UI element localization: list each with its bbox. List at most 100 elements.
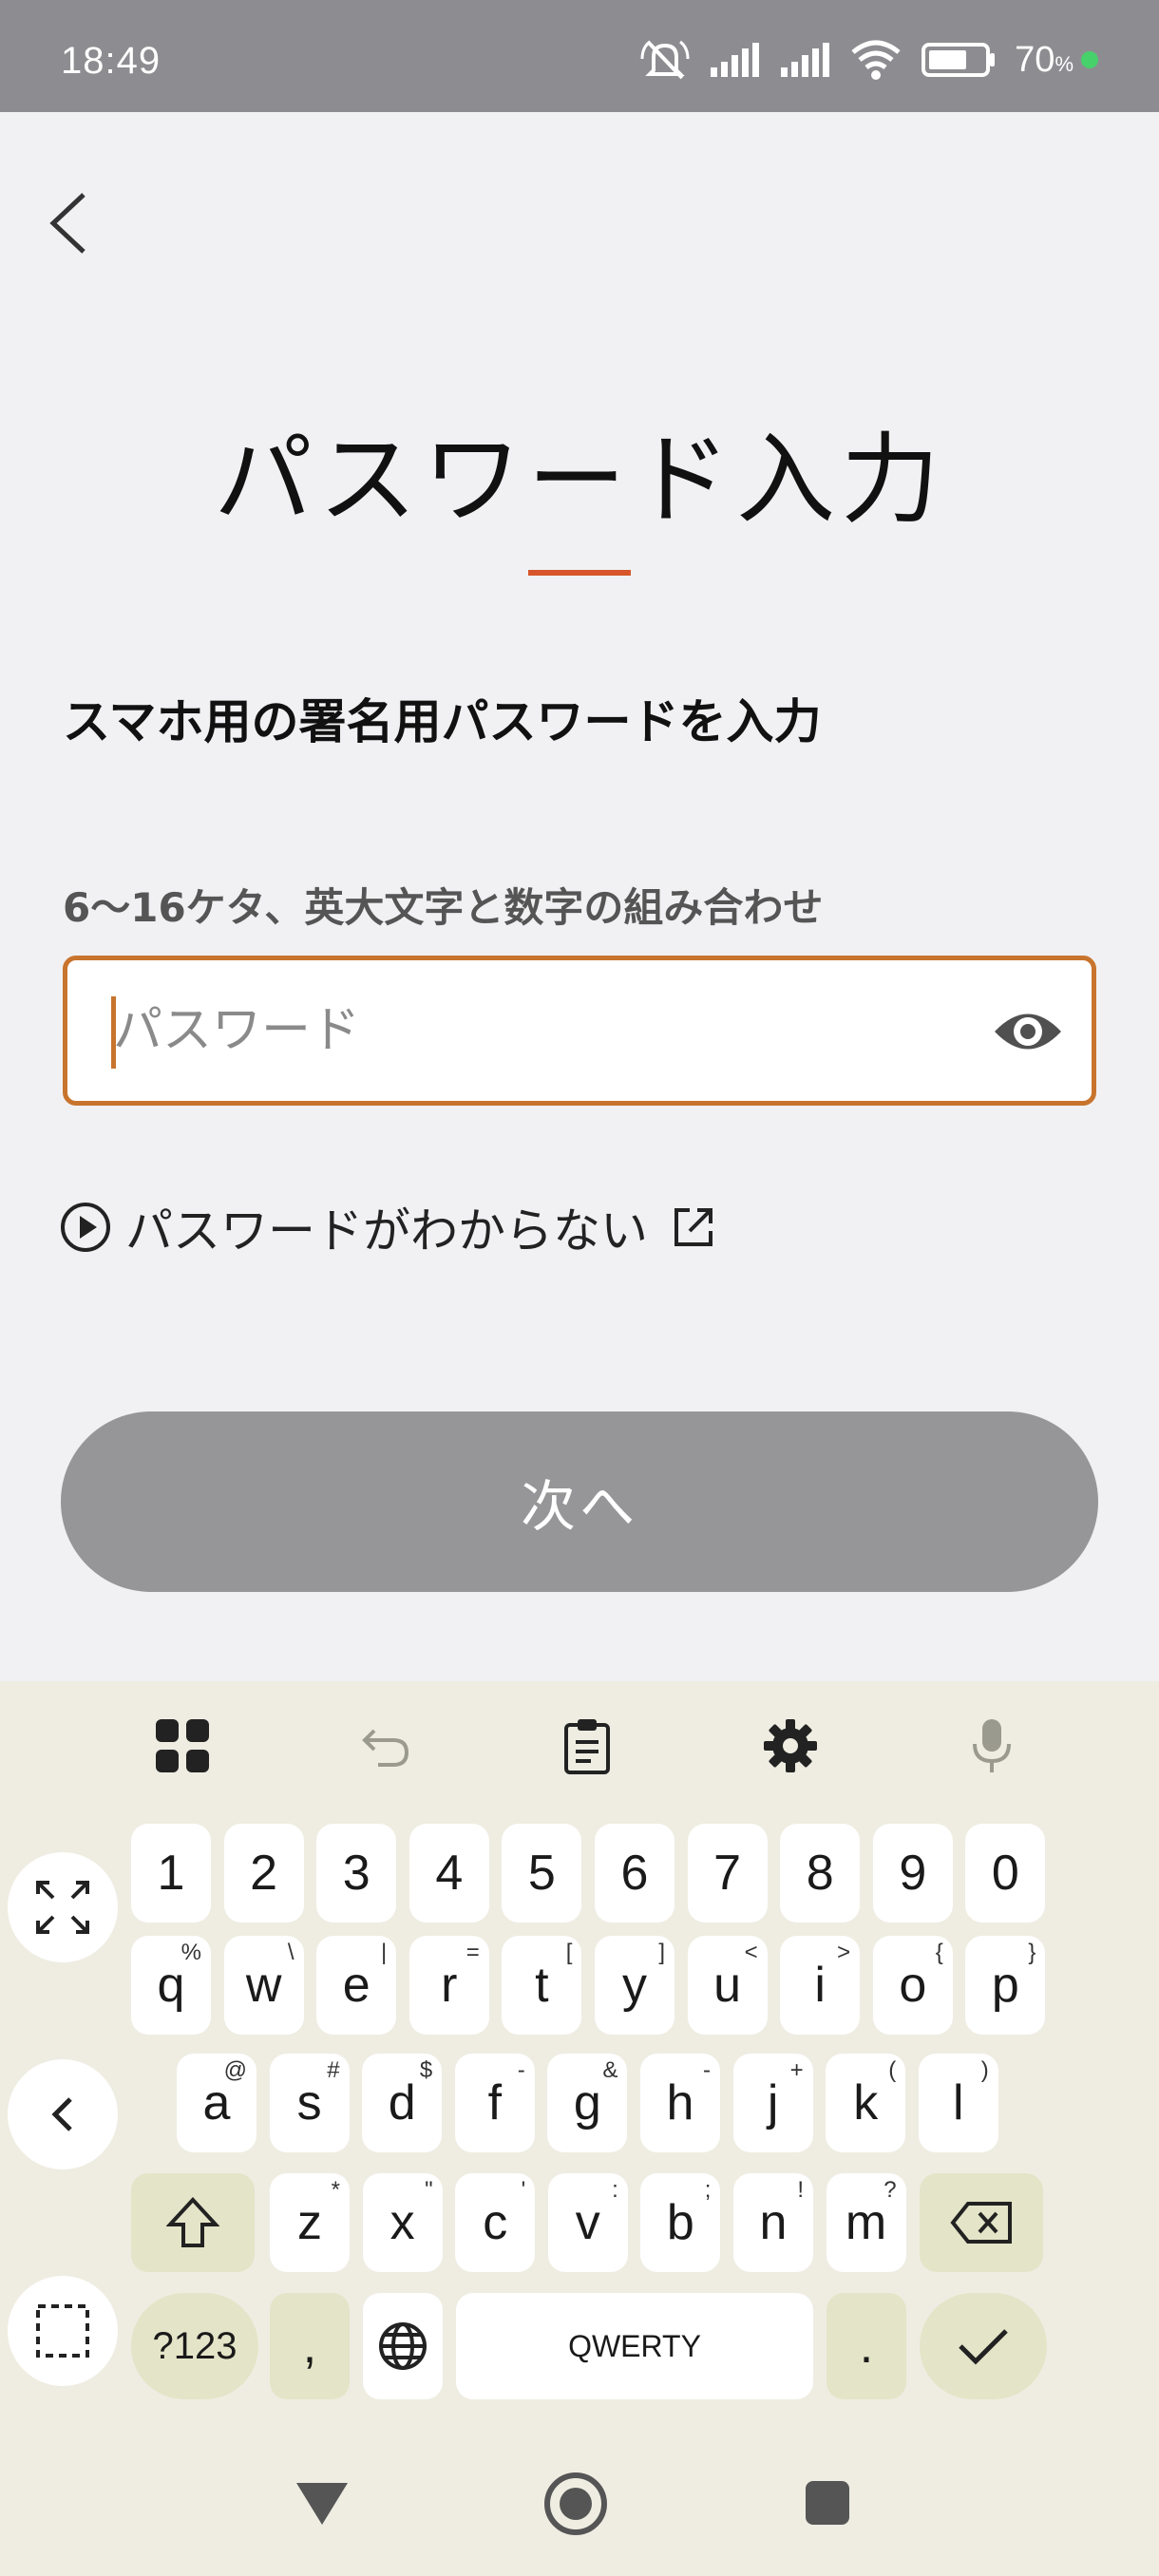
key-j[interactable]: j +	[732, 2054, 813, 2152]
key-m[interactable]: m?	[826, 2173, 906, 2272]
clipboard-button[interactable]	[555, 1714, 619, 1778]
key-alt-label: @	[223, 2057, 247, 2083]
key-label: w	[245, 1958, 282, 2013]
key-a[interactable]: a @	[177, 2054, 256, 2152]
clipboard-icon	[564, 1719, 610, 1774]
key-alt-label: *	[331, 2177, 340, 2203]
key-i[interactable]: i >	[780, 1936, 861, 2035]
key-d[interactable]: d $	[362, 2054, 443, 2152]
key-label: l	[953, 2075, 964, 2131]
key-alt-label: {	[935, 1940, 943, 1965]
privacy-indicator-dot	[1081, 51, 1098, 68]
back-button[interactable]	[34, 180, 103, 266]
key-g[interactable]: g &	[547, 2054, 628, 2152]
nav-back-button[interactable]	[291, 2477, 353, 2530]
key-f[interactable]: f-	[454, 2054, 535, 2152]
language-key[interactable]	[363, 2293, 443, 2399]
key-s[interactable]: s #	[269, 2054, 350, 2152]
show-password-toggle[interactable]	[993, 998, 1063, 1065]
key-n[interactable]: n!	[733, 2173, 813, 2272]
key-y[interactable]: y]	[595, 1936, 674, 2035]
checkmark-icon	[959, 2329, 1008, 2365]
key-c[interactable]: c '	[455, 2173, 536, 2272]
key-4[interactable]: 4	[408, 1824, 489, 1923]
forgot-password-link[interactable]: パスワードがわからない	[59, 1193, 716, 1261]
key-3[interactable]: 3	[316, 1824, 397, 1923]
chevron-left-icon	[49, 193, 86, 254]
key-label: p	[991, 1958, 1019, 2013]
key-label: m	[845, 2195, 887, 2250]
key-alt-label: #	[327, 2057, 340, 2083]
nav-recents-button[interactable]	[804, 2479, 851, 2527]
key-2[interactable]: 2	[223, 1824, 304, 1923]
settings-button[interactable]	[758, 1714, 823, 1778]
key-label: k	[853, 2075, 879, 2131]
key-w[interactable]: w \	[223, 1936, 304, 2035]
key-7[interactable]: 7	[687, 1824, 768, 1923]
key-label: h	[666, 2075, 694, 2131]
key-label: u	[713, 1958, 742, 2013]
key-alt-label: ;	[704, 2177, 712, 2203]
key-v[interactable]: v:	[547, 2173, 628, 2272]
key-label: j	[767, 2075, 779, 2131]
globe-icon	[379, 2322, 427, 2370]
battery-percent: 70%	[1015, 39, 1074, 80]
key-t[interactable]: t[	[502, 1936, 582, 2035]
password-input[interactable]	[113, 960, 968, 1101]
backspace-key[interactable]	[920, 2173, 1043, 2272]
key-0[interactable]: 0	[965, 1824, 1046, 1923]
key-l[interactable]: l)	[918, 2054, 998, 2152]
key-8[interactable]: 8	[780, 1824, 861, 1923]
key-alt-label: (	[888, 2057, 897, 2083]
shift-icon	[166, 2197, 219, 2247]
key-b[interactable]: b;	[640, 2173, 721, 2272]
select-mode-button[interactable]	[8, 2276, 118, 2386]
apps-grid-icon	[156, 1719, 209, 1772]
triangle-back-icon	[296, 2483, 348, 2525]
key-alt-label: ]	[658, 1940, 665, 1965]
resize-keyboard-button[interactable]	[8, 1852, 118, 1962]
key-alt-label: !	[797, 2177, 804, 2203]
next-button[interactable]: 次へ	[61, 1411, 1098, 1592]
key-5[interactable]: 5	[502, 1824, 582, 1923]
selection-icon	[36, 2304, 89, 2358]
key-1[interactable]: 1	[131, 1824, 211, 1923]
nav-home-button[interactable]	[542, 2470, 610, 2538]
key-alt-label: %	[180, 1940, 201, 1965]
key-e[interactable]: e |	[316, 1936, 397, 2035]
key-k[interactable]: k(	[826, 2054, 906, 2152]
key-alt-label: }	[1028, 1940, 1036, 1965]
signal-icon-2	[781, 43, 830, 77]
key-h[interactable]: h-	[640, 2054, 720, 2152]
backspace-icon	[950, 2202, 1012, 2244]
key-alt-label: =	[466, 1940, 480, 1965]
symbols-key[interactable]: ?123	[131, 2293, 258, 2399]
key-p[interactable]: p}	[965, 1936, 1046, 2035]
key-q[interactable]: q%	[131, 1936, 211, 2035]
shift-key[interactable]	[131, 2173, 255, 2272]
external-link-icon	[674, 1208, 712, 1246]
key-x[interactable]: x "	[362, 2173, 443, 2272]
key-alt-label: :	[612, 2177, 618, 2203]
period-key[interactable]: .	[826, 2293, 906, 2399]
voice-input-button[interactable]	[960, 1714, 1024, 1778]
key-6[interactable]: 6	[595, 1824, 674, 1923]
key-9[interactable]: 9	[872, 1824, 953, 1923]
key-z[interactable]: z *	[270, 2173, 350, 2272]
key-u[interactable]: u <	[687, 1936, 768, 2035]
key-label: r	[441, 1958, 458, 2013]
space-key[interactable]: QWERTY	[456, 2293, 813, 2399]
key-label: e	[342, 1958, 370, 2013]
key-label: b	[666, 2195, 694, 2250]
password-field[interactable]	[63, 956, 1096, 1106]
collapse-side-button[interactable]	[8, 2059, 118, 2169]
keyboard-toolbar	[0, 1681, 1159, 1807]
undo-button[interactable]	[353, 1714, 418, 1778]
key-r[interactable]: r =	[408, 1936, 489, 2035]
enter-key[interactable]	[920, 2293, 1047, 2399]
key-label: 4	[435, 1846, 464, 1901]
key-o[interactable]: o{	[872, 1936, 953, 2035]
comma-key[interactable]: ,	[270, 2293, 350, 2399]
key-label: z	[297, 2195, 322, 2250]
apps-button[interactable]	[150, 1714, 215, 1778]
